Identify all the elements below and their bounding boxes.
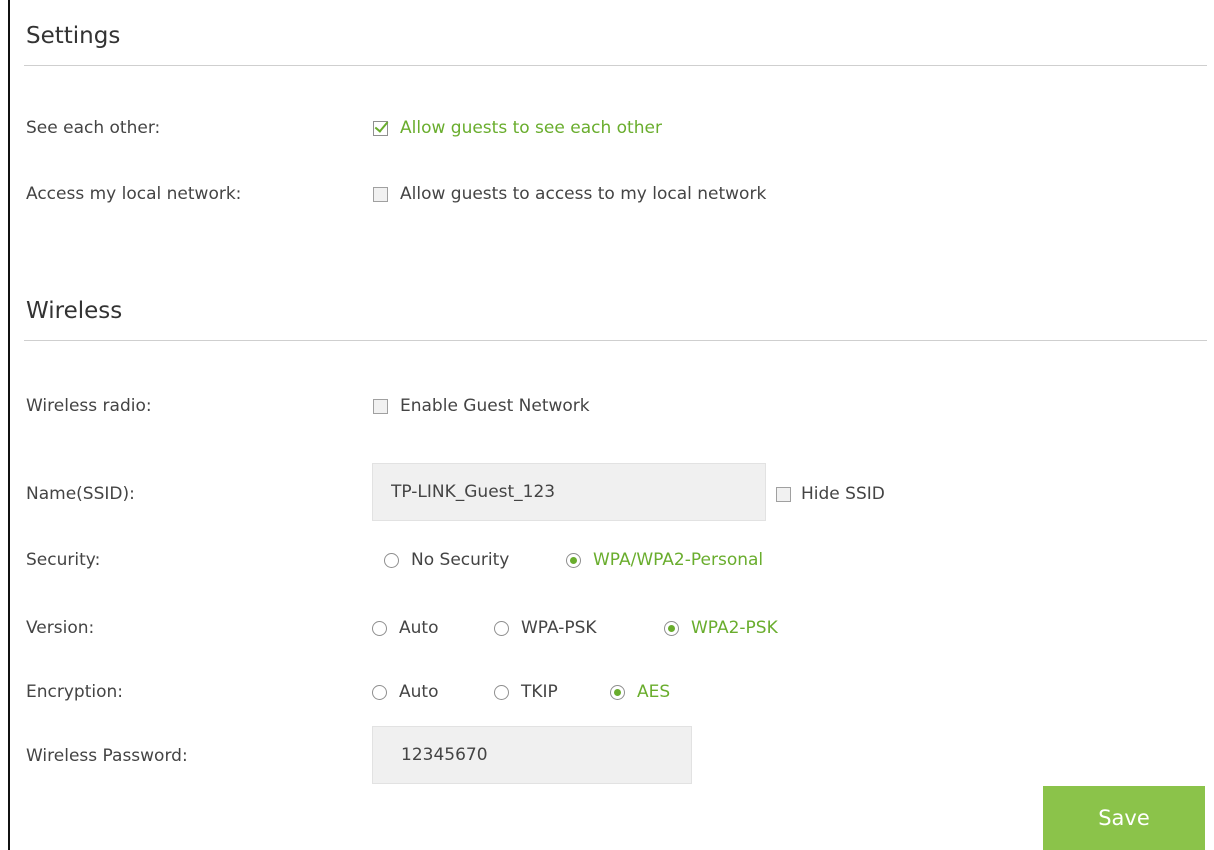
see-each-other-checkbox[interactable]: Allow guests to see each other	[373, 118, 662, 138]
checkbox-checked-icon[interactable]	[373, 120, 388, 136]
access-local-option-label: Allow guests to access to my local netwo…	[400, 184, 767, 204]
radio-selected-icon[interactable]	[610, 684, 625, 700]
security-option-label: WPA/WPA2-Personal	[593, 550, 764, 570]
encryption-option-tkip[interactable]: TKIP	[494, 682, 558, 702]
radio-unselected-icon[interactable]	[494, 684, 509, 700]
wireless-divider	[24, 340, 1207, 341]
checkbox-unchecked-icon[interactable]	[373, 186, 388, 202]
radio-unselected-icon[interactable]	[494, 620, 509, 636]
version-option-wpa-psk[interactable]: WPA-PSK	[494, 618, 597, 638]
enable-guest-network-label: Enable Guest Network	[400, 396, 590, 416]
security-label: Security:	[26, 550, 101, 570]
access-local-checkbox[interactable]: Allow guests to access to my local netwo…	[373, 184, 766, 204]
encryption-option-aes[interactable]: AES	[610, 682, 670, 702]
hide-ssid-checkbox[interactable]: Hide SSID	[776, 484, 885, 504]
radio-selected-icon[interactable]	[566, 552, 581, 568]
checkbox-unchecked-icon[interactable]	[776, 486, 791, 502]
save-button[interactable]: Save	[1043, 786, 1205, 850]
see-each-other-label: See each other:	[26, 118, 161, 138]
version-option-auto[interactable]: Auto	[372, 618, 438, 638]
version-label: Version:	[26, 618, 95, 638]
radio-unselected-icon[interactable]	[372, 684, 387, 700]
security-option-label: No Security	[411, 550, 510, 570]
encryption-option-auto[interactable]: Auto	[372, 682, 438, 702]
hide-ssid-label: Hide SSID	[801, 484, 885, 504]
wireless-radio-label: Wireless radio:	[26, 396, 152, 416]
version-option-wpa2-psk[interactable]: WPA2-PSK	[664, 618, 778, 638]
encryption-option-label: Auto	[399, 682, 439, 702]
security-option-wpa-wpa2-personal[interactable]: WPA/WPA2-Personal	[566, 550, 763, 570]
enable-guest-network-checkbox[interactable]: Enable Guest Network	[373, 396, 590, 416]
settings-section-title: Settings	[26, 23, 121, 49]
access-local-label: Access my local network:	[26, 184, 242, 204]
radio-unselected-icon[interactable]	[384, 552, 399, 568]
wireless-password-label: Wireless Password:	[26, 746, 188, 766]
wireless-section-title: Wireless	[26, 298, 123, 324]
radio-selected-icon[interactable]	[664, 620, 679, 636]
settings-divider	[24, 65, 1207, 66]
version-option-label: Auto	[399, 618, 439, 638]
radio-unselected-icon[interactable]	[372, 620, 387, 636]
encryption-label: Encryption:	[26, 682, 123, 702]
ssid-label: Name(SSID):	[26, 484, 135, 504]
checkbox-unchecked-icon[interactable]	[373, 398, 388, 414]
wireless-password-input[interactable]	[372, 726, 692, 784]
version-option-label: WPA2-PSK	[691, 618, 778, 638]
ssid-input[interactable]	[372, 463, 766, 521]
see-each-other-option-label: Allow guests to see each other	[400, 118, 662, 138]
encryption-option-label: TKIP	[521, 682, 558, 702]
version-option-label: WPA-PSK	[521, 618, 597, 638]
encryption-option-label: AES	[637, 682, 671, 702]
security-option-no-security[interactable]: No Security	[384, 550, 509, 570]
